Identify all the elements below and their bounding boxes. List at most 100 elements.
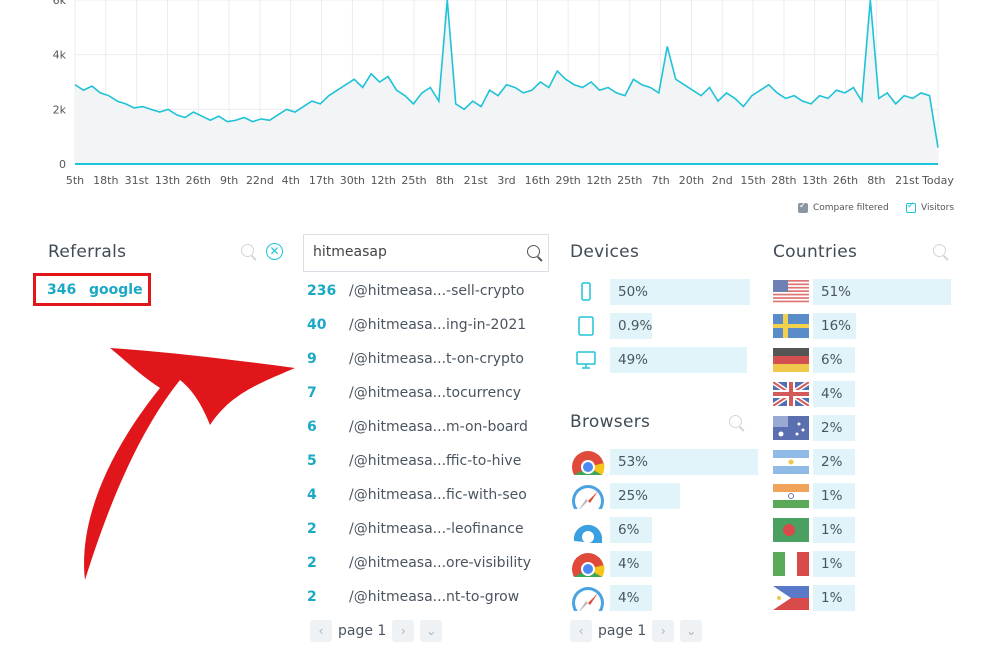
- x-tick-label: 18th: [93, 174, 118, 187]
- device-row[interactable]: 49%: [570, 347, 750, 373]
- legend-visitors[interactable]: Visitors: [906, 201, 954, 213]
- mobile-icon: [576, 282, 596, 306]
- x-tick-label: 12th: [586, 174, 611, 187]
- path-count[interactable]: 5: [307, 453, 317, 469]
- browser-row[interactable]: 4%: [570, 585, 750, 619]
- country-row[interactable]: 1%: [773, 517, 953, 543]
- countries-title: Countries: [773, 242, 858, 262]
- search-icon[interactable]: [729, 415, 742, 428]
- path-link[interactable]: /@hitmeasa...t-on-crypto: [349, 351, 524, 367]
- clear-icon[interactable]: ✕: [266, 243, 283, 260]
- country-row[interactable]: 2%: [773, 415, 953, 441]
- x-tick-label: 25th: [401, 174, 426, 187]
- chrome-icon: [570, 449, 606, 484]
- country-row[interactable]: 1%: [773, 551, 953, 577]
- next-page-icon[interactable]: ›: [392, 620, 415, 642]
- x-tick-label: 7th: [651, 174, 669, 187]
- path-link[interactable]: /@hitmeasa...ing-in-2021: [349, 317, 526, 333]
- path-count[interactable]: 7: [307, 385, 317, 401]
- path-count[interactable]: 236: [307, 283, 336, 299]
- x-tick-label: 30th: [340, 174, 365, 187]
- share-percent: 1%: [821, 590, 843, 606]
- search-icon[interactable]: [527, 245, 540, 258]
- path-count[interactable]: 2: [307, 555, 317, 571]
- path-count[interactable]: 4: [307, 487, 317, 503]
- referral-name[interactable]: google: [89, 282, 143, 298]
- path-link[interactable]: /@hitmeasa...tocurrency: [349, 385, 521, 401]
- prev-page-icon[interactable]: ‹: [570, 620, 592, 642]
- browser-row[interactable]: 6%: [570, 517, 750, 543]
- share-percent: 1%: [821, 556, 843, 572]
- next-page-icon[interactable]: ›: [652, 620, 675, 642]
- device-row[interactable]: 50%: [570, 279, 750, 305]
- checkbox-icon[interactable]: [798, 201, 808, 213]
- path-link[interactable]: /@hitmeasa...fic-with-seo: [349, 487, 527, 503]
- country-row[interactable]: 51%: [773, 279, 953, 305]
- country-row[interactable]: 6%: [773, 347, 953, 373]
- country-row[interactable]: 2%: [773, 449, 953, 475]
- expand-icon[interactable]: ⌄: [680, 620, 703, 642]
- share-percent: 1%: [821, 488, 843, 504]
- x-tick-label: 13th: [802, 174, 827, 187]
- referrals-title: Referrals: [48, 242, 127, 262]
- path-link[interactable]: /@hitmeasa...ffic-to-hive: [349, 453, 521, 469]
- share-percent: 1%: [821, 522, 843, 538]
- checkbox-icon[interactable]: [906, 201, 916, 213]
- edge-icon: [570, 517, 606, 547]
- path-link[interactable]: /@hitmeasa...-sell-crypto: [349, 283, 525, 299]
- x-tick-label: 3rd: [497, 174, 515, 187]
- x-tick-label: 16th: [525, 174, 550, 187]
- x-tick-label: 12th: [371, 174, 396, 187]
- browser-row[interactable]: 4%: [570, 551, 750, 586]
- browser-row[interactable]: 25%: [570, 483, 750, 517]
- x-tick-label: 29th: [555, 174, 580, 187]
- path-link[interactable]: /@hitmeasa...ore-visibility: [349, 555, 531, 571]
- share-percent: 16%: [821, 318, 852, 334]
- search-icon[interactable]: [933, 244, 946, 257]
- country-row[interactable]: 1%: [773, 585, 953, 611]
- x-tick-label: 26th: [833, 174, 858, 187]
- path-count[interactable]: 2: [307, 589, 317, 605]
- x-tick-label: 8th: [436, 174, 454, 187]
- share-percent: 50%: [618, 284, 649, 300]
- y-tick-label: 4k: [53, 49, 67, 62]
- path-count[interactable]: 2: [307, 521, 317, 537]
- devices-title: Devices: [570, 242, 640, 262]
- x-tick-label: 4th: [282, 174, 300, 187]
- chrome-icon: [570, 551, 606, 586]
- referral-count[interactable]: 346: [47, 282, 76, 298]
- x-tick-label: 5th: [66, 174, 84, 187]
- path-count[interactable]: 6: [307, 419, 317, 435]
- bangladesh-flag-icon: [773, 518, 809, 546]
- prev-page-icon[interactable]: ‹: [310, 620, 332, 642]
- path-link[interactable]: /@hitmeasa...m-on-board: [349, 419, 528, 435]
- y-tick-label: 2k: [53, 103, 67, 116]
- legend-compare-filtered[interactable]: Compare filtered: [798, 201, 889, 213]
- us-flag-icon: [773, 280, 809, 308]
- search-icon[interactable]: [241, 244, 254, 257]
- x-tick-label: 13th: [155, 174, 180, 187]
- x-tick-label: 9th: [220, 174, 238, 187]
- australia-flag-icon: [773, 416, 809, 444]
- x-tick-label: 26th: [186, 174, 211, 187]
- india-flag-icon: [773, 484, 809, 512]
- device-row[interactable]: 0.9%: [570, 313, 750, 339]
- browsers-title: Browsers: [570, 412, 651, 432]
- philippines-flag-icon: [773, 586, 809, 614]
- country-row[interactable]: 1%: [773, 483, 953, 509]
- path-link[interactable]: /@hitmeasa...nt-to-grow: [349, 589, 519, 605]
- country-row[interactable]: 4%: [771, 379, 953, 409]
- visitors-chart: 0 2k 4k 6k 5th 18th 31st 13th 26th 9th 22nd 4th 17t…: [53, 0, 954, 187]
- path-count[interactable]: 40: [307, 317, 326, 333]
- path-count[interactable]: 9: [307, 351, 317, 367]
- path-search-input[interactable]: hitmeasap: [303, 234, 549, 272]
- path-link[interactable]: /@hitmeasa...-leofinance: [349, 521, 524, 537]
- y-tick-label: 6k: [53, 0, 67, 7]
- x-tick-label: 17th: [309, 174, 334, 187]
- arrow-annotation: [84, 348, 295, 580]
- browser-row[interactable]: 53%: [570, 449, 759, 484]
- x-tick-label: 21st: [895, 174, 920, 187]
- expand-icon[interactable]: ⌄: [420, 620, 443, 642]
- country-row[interactable]: 16%: [773, 313, 953, 339]
- x-tick-label: 25th: [617, 174, 642, 187]
